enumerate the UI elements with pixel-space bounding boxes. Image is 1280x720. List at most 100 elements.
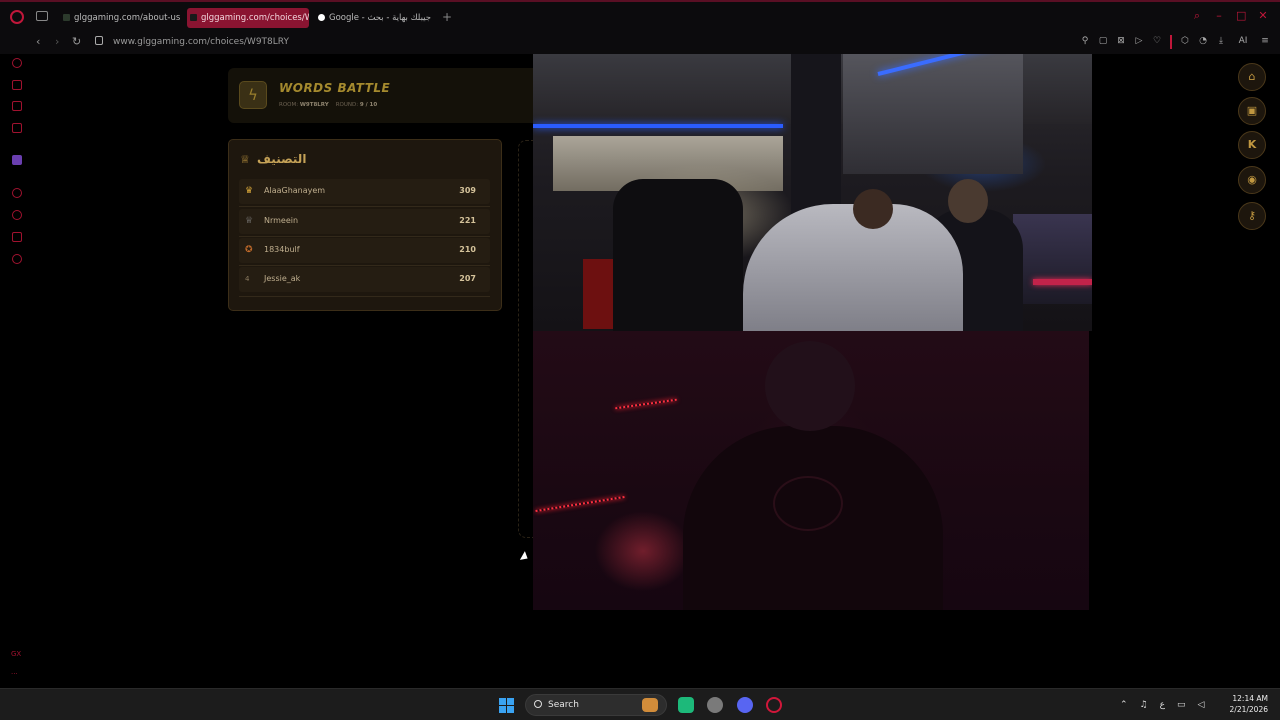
- tab-google[interactable]: Google - جيبلك بهاية - بحث: [315, 8, 433, 28]
- history-icon[interactable]: [12, 188, 22, 198]
- search-label: Search: [548, 700, 579, 710]
- browser-tab-bar: glggaming.com/about-us glggaming.com/cho…: [0, 0, 1280, 32]
- opera-logo-icon[interactable]: [10, 10, 24, 24]
- adblock-icon[interactable]: ⊠: [1116, 35, 1126, 47]
- player-name: Jessie_ak: [264, 274, 301, 283]
- home-icon[interactable]: ⌂: [1238, 63, 1266, 91]
- profile-icon[interactable]: ◔: [1198, 35, 1208, 47]
- round-value: 9 / 10: [359, 102, 378, 108]
- settings-icon[interactable]: [12, 254, 22, 264]
- key-icon[interactable]: ⚷: [1238, 202, 1266, 230]
- gx-control-icon[interactable]: [12, 58, 22, 68]
- webcam-feed-room: [533, 54, 1092, 331]
- volume-icon[interactable]: ◁: [1198, 698, 1205, 712]
- maximize-icon[interactable]: □: [1236, 10, 1246, 21]
- player-name: AlaaGhanayem: [264, 186, 326, 195]
- settings-app-icon[interactable]: [707, 697, 723, 713]
- lightning-icon: ϟ: [239, 81, 267, 109]
- rank-number: 4: [245, 275, 250, 283]
- address-bar: ‹ › ↻ www.glggaming.com/choices/W9T8LRY …: [0, 32, 1280, 54]
- row-divider: [239, 265, 490, 266]
- reload-icon[interactable]: ↻: [72, 35, 81, 49]
- gx-label[interactable]: GX: [11, 650, 21, 658]
- network-icon[interactable]: ▭: [1177, 698, 1186, 712]
- opera-gx-app-icon[interactable]: [766, 697, 782, 713]
- medal-icon: ✪: [245, 245, 253, 255]
- app-icon[interactable]: [678, 697, 694, 713]
- room-info: ROOM: W9T8LRY ROUND: 9 / 10: [279, 102, 377, 108]
- search-highlight-icon: [642, 698, 658, 712]
- leaderboard-row: ♕ Nrmeein 221: [239, 209, 490, 234]
- clock-icon[interactable]: [12, 210, 22, 220]
- shirt-logo: [773, 476, 843, 531]
- room-window: [843, 54, 1023, 174]
- row-divider: [239, 206, 490, 207]
- blue-neon-strip: [533, 124, 783, 128]
- new-tab-button[interactable]: +: [442, 10, 452, 24]
- tab-label: glggaming.com/about-us: [74, 13, 180, 23]
- search-tabs-icon[interactable]: ⌕: [1192, 10, 1202, 21]
- aria-ai-button[interactable]: AI: [1234, 35, 1252, 47]
- lock-icon: [95, 36, 103, 45]
- monitor: [1013, 214, 1092, 304]
- download-icon[interactable]: ⤓: [1216, 35, 1226, 47]
- room-label: ROOM:: [279, 102, 299, 108]
- player-score: 210: [459, 245, 476, 254]
- round-label: ROUND:: [335, 102, 359, 108]
- trophy-icon: ♕: [240, 153, 250, 166]
- url-field[interactable]: www.glggaming.com/choices/W9T8LRY: [113, 35, 289, 49]
- opera-sidebar: GX ...: [0, 54, 34, 688]
- discord-app-icon[interactable]: [737, 697, 753, 713]
- minimize-icon[interactable]: –: [1214, 10, 1224, 21]
- tab-label: glggaming.com/choices/W: [201, 13, 309, 23]
- taskbar-clock[interactable]: 12:14 AM 2/21/2026: [1230, 693, 1268, 715]
- microphone-icon[interactable]: ♫: [1140, 698, 1148, 712]
- gx-corner-icon[interactable]: [12, 80, 22, 90]
- toolbar-divider: [1170, 35, 1172, 49]
- chevron-up-icon[interactable]: ⌃: [1120, 698, 1128, 712]
- player-icon[interactable]: [12, 123, 22, 133]
- clock-time: 12:14 AM: [1232, 694, 1268, 703]
- sidebar-more-icon[interactable]: ...: [11, 668, 18, 676]
- menu-icon[interactable]: ≡: [1260, 35, 1270, 47]
- snapshot-icon[interactable]: ▢: [1098, 35, 1108, 47]
- game-area-frame: [518, 140, 534, 538]
- person-leaning: [743, 204, 963, 331]
- close-icon[interactable]: ✕: [1258, 10, 1268, 21]
- bookmark-icon[interactable]: ⚲: [1080, 35, 1090, 47]
- heart-icon[interactable]: ♡: [1152, 35, 1162, 47]
- crown-icon: ♛: [245, 186, 254, 196]
- site-favicon-icon: [63, 14, 70, 21]
- twitch-icon[interactable]: [12, 155, 22, 165]
- screen: glggaming.com/about-us glggaming.com/cho…: [0, 0, 1280, 720]
- player-score: 221: [459, 216, 476, 225]
- back-icon[interactable]: ‹: [36, 35, 40, 49]
- extensions-icon[interactable]: ⬡: [1180, 35, 1190, 47]
- site-favicon-icon: [190, 14, 197, 21]
- windows-taskbar: Search ⌃ ♫ ع ▭ ◁ 12:14 AM 2/21/2026: [0, 688, 1280, 720]
- forward-icon[interactable]: ›: [55, 35, 59, 49]
- search-icon: [534, 700, 542, 708]
- mouse-cursor-icon: [519, 551, 531, 563]
- news-icon[interactable]: [12, 101, 22, 111]
- play-icon[interactable]: ▷: [1134, 35, 1144, 47]
- leaderboard-row: ♛ AlaaGhanayem 309: [239, 179, 490, 204]
- language-indicator[interactable]: ع: [1160, 698, 1165, 712]
- taskbar-search[interactable]: Search: [525, 694, 667, 716]
- discord-icon[interactable]: ◉: [1238, 166, 1266, 194]
- google-favicon-icon: [318, 14, 325, 21]
- extensions-sidebar-icon[interactable]: [12, 232, 22, 242]
- tab-choices[interactable]: glggaming.com/choices/W: [187, 8, 309, 28]
- player-name: Nrmeein: [264, 216, 299, 225]
- person-head: [853, 189, 893, 229]
- game-title: WORDS BATTLE: [279, 81, 391, 95]
- windows-start-icon[interactable]: [499, 698, 514, 713]
- gamepad-icon[interactable]: ▣: [1238, 97, 1266, 125]
- red-led-strip: [615, 398, 677, 410]
- system-tray: ⌃ ♫ ع ▭ ◁: [1120, 698, 1204, 712]
- tab-manager-icon[interactable]: [36, 11, 48, 21]
- kick-icon[interactable]: K: [1238, 131, 1266, 159]
- rgb-keyboard: [1033, 279, 1092, 285]
- tab-label: Google - جيبلك بهاية - بحث: [329, 13, 431, 23]
- tab-about-us[interactable]: glggaming.com/about-us: [60, 8, 180, 28]
